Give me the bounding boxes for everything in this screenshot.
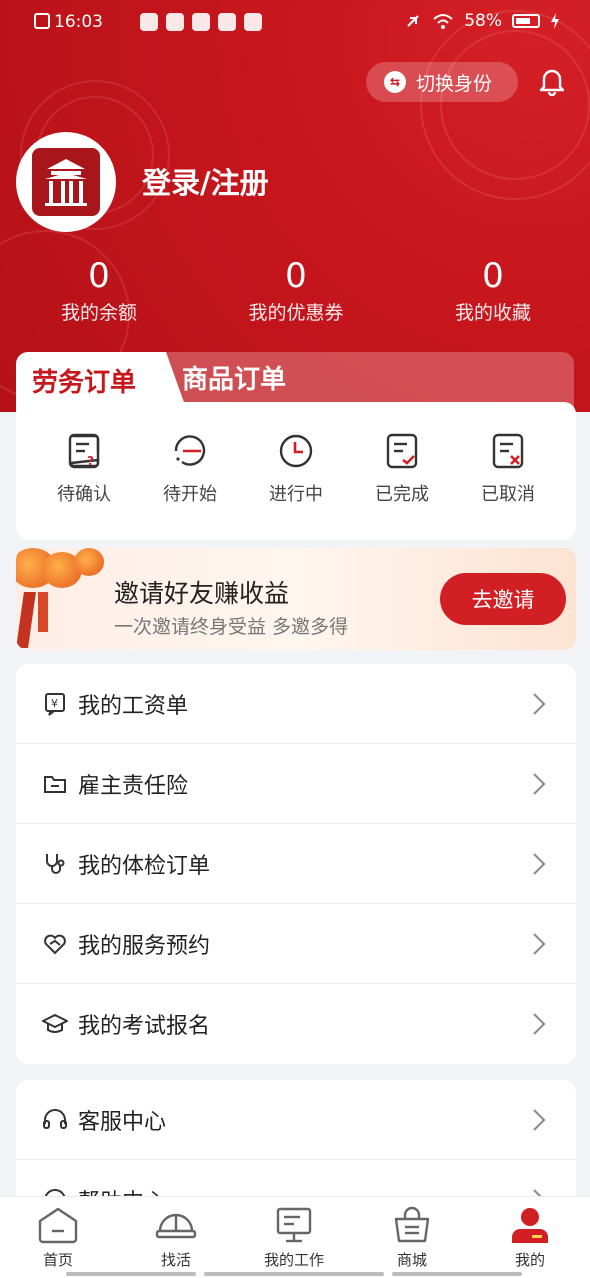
app-icon	[140, 13, 158, 31]
menu-item-label: 我的考试报名	[78, 1014, 211, 1039]
tab-label: 首页	[42, 1251, 73, 1269]
app-icon	[192, 13, 210, 31]
tab-mine[interactable]: 我的	[480, 1205, 580, 1270]
bottom-tab-bar: 首页 找活 我的工作 商城 我的	[0, 1196, 590, 1278]
menu-list-primary: ¥ 我的工资单 雇主责任险 我的体检订单 我的服务预约 我的考试报名	[16, 664, 576, 1064]
svg-text:?: ?	[87, 454, 94, 468]
menu-item-exam-registration[interactable]: 我的考试报名	[16, 984, 576, 1064]
menu-item-label: 我的体检订单	[78, 853, 211, 879]
mute-icon	[407, 15, 419, 27]
app-icon	[218, 13, 236, 31]
wifi-icon	[433, 14, 453, 29]
doc-icon	[34, 13, 50, 29]
basket-icon	[394, 1206, 430, 1243]
login-register-link[interactable]: 登录/注册	[142, 160, 269, 202]
avatar[interactable]	[16, 132, 116, 232]
status-in-progress[interactable]: 进行中	[246, 432, 346, 506]
coupons-label: 我的优惠券	[248, 302, 344, 324]
favorites-stat[interactable]: 0 我的收藏	[443, 256, 543, 325]
tab-labor-orders[interactable]: 劳务订单	[16, 352, 186, 408]
battery-icon	[512, 14, 540, 28]
menu-item-employer-insurance[interactable]: 雇主责任险	[16, 744, 576, 824]
status-label: 已取消	[481, 484, 535, 505]
heart-hands-icon	[42, 931, 68, 957]
status-time: 16:03	[54, 12, 103, 32]
app-icon	[166, 13, 184, 31]
switch-identity-button[interactable]: ⇆ 切换身份	[366, 62, 518, 102]
tab-home[interactable]: 首页	[8, 1205, 108, 1270]
doc-check-icon	[386, 433, 418, 469]
menu-item-label: 雇主责任险	[78, 773, 189, 799]
stethoscope-icon	[42, 851, 68, 877]
balance-label: 我的余额	[60, 302, 137, 324]
chevron-right-icon	[533, 853, 546, 875]
minus-circle-icon	[174, 435, 206, 466]
lantern-icon	[74, 548, 104, 576]
tab-mall[interactable]: 商城	[362, 1205, 462, 1270]
menu-item-label: 我的工资单	[78, 693, 189, 719]
switch-identity-label: 切换身份	[416, 72, 493, 95]
chevron-right-icon	[533, 693, 546, 715]
swap-icon: ⇆	[384, 71, 406, 93]
tab-label: 商城	[396, 1251, 427, 1269]
battery-percent: 58%	[464, 11, 502, 31]
menu-item-label: 客服中心	[78, 1109, 167, 1135]
folder-icon	[42, 771, 68, 797]
decor-ring	[440, 30, 590, 180]
chevron-right-icon	[533, 1013, 546, 1035]
menu-item-service-booking[interactable]: 我的服务预约	[16, 904, 576, 984]
tab-label: 我的	[514, 1251, 545, 1269]
profile-header: 16:03 58% ⇆ 切换身份 登录/注册 0 我的余额 0 我的优惠券 0 …	[0, 0, 590, 412]
charging-icon	[551, 13, 559, 29]
menu-item-payslip[interactable]: ¥ 我的工资单	[16, 664, 576, 744]
doc-question-icon: ?	[68, 433, 100, 469]
tab-label: 找活	[160, 1251, 191, 1269]
orders-card: ? 待确认 待开始 进行中 已完成 已取消 劳务订单 商品订单	[16, 352, 576, 540]
home-icon	[38, 1207, 78, 1244]
status-label: 待开始	[163, 484, 217, 505]
status-cancelled[interactable]: 已取消	[458, 432, 558, 506]
invite-banner[interactable]: 邀请好友赚收益 一次邀请终身受益 多邀多得 去邀请	[16, 548, 576, 650]
chevron-right-icon	[533, 1109, 546, 1131]
status-label: 待确认	[57, 484, 111, 505]
payslip-icon: ¥	[42, 691, 68, 717]
clock-icon	[279, 434, 313, 468]
hardhat-icon	[155, 1213, 197, 1239]
balance-stat[interactable]: 0 我的余额	[49, 256, 149, 325]
bell-icon[interactable]	[538, 66, 566, 96]
headset-icon	[42, 1107, 68, 1133]
invite-title: 邀请好友赚收益	[114, 579, 290, 608]
chevron-right-icon	[533, 933, 546, 955]
graduation-cap-icon	[42, 1011, 68, 1037]
menu-item-label: 我的服务预约	[78, 933, 211, 959]
tab-my-work[interactable]: 我的工作	[244, 1205, 344, 1270]
status-label: 已完成	[375, 484, 429, 505]
order-status-panel: ? 待确认 待开始 进行中 已完成 已取消	[16, 402, 576, 540]
app-icon	[244, 13, 262, 31]
invite-button[interactable]: 去邀请	[440, 573, 566, 625]
tab-label: 我的工作	[263, 1251, 324, 1269]
menu-item-medical-orders[interactable]: 我的体检订单	[16, 824, 576, 904]
status-pending-confirm[interactable]: ? 待确认	[34, 432, 134, 506]
menu-item-customer-service[interactable]: 客服中心	[16, 1080, 576, 1160]
tab-find-work[interactable]: 找活	[126, 1205, 226, 1270]
doc-x-icon	[492, 433, 524, 469]
balance-value: 0	[88, 256, 110, 296]
user-icon	[512, 1208, 548, 1243]
favorites-label: 我的收藏	[454, 302, 531, 324]
status-label: 进行中	[269, 484, 323, 505]
chevron-right-icon	[533, 773, 546, 795]
coupons-value: 0	[285, 256, 307, 296]
svg-text:¥: ¥	[51, 697, 58, 710]
logo-icon	[32, 148, 100, 216]
coupons-stat[interactable]: 0 我的优惠券	[236, 256, 356, 325]
favorites-value: 0	[482, 256, 504, 296]
monitor-icon	[276, 1207, 312, 1243]
status-completed[interactable]: 已完成	[352, 432, 452, 506]
tab-product-orders[interactable]: 商品订单	[182, 352, 286, 402]
status-bar: 16:03 58%	[0, 0, 590, 46]
invite-subtitle: 一次邀请终身受益 多邀多得	[114, 616, 349, 638]
status-pending-start[interactable]: 待开始	[140, 432, 240, 506]
